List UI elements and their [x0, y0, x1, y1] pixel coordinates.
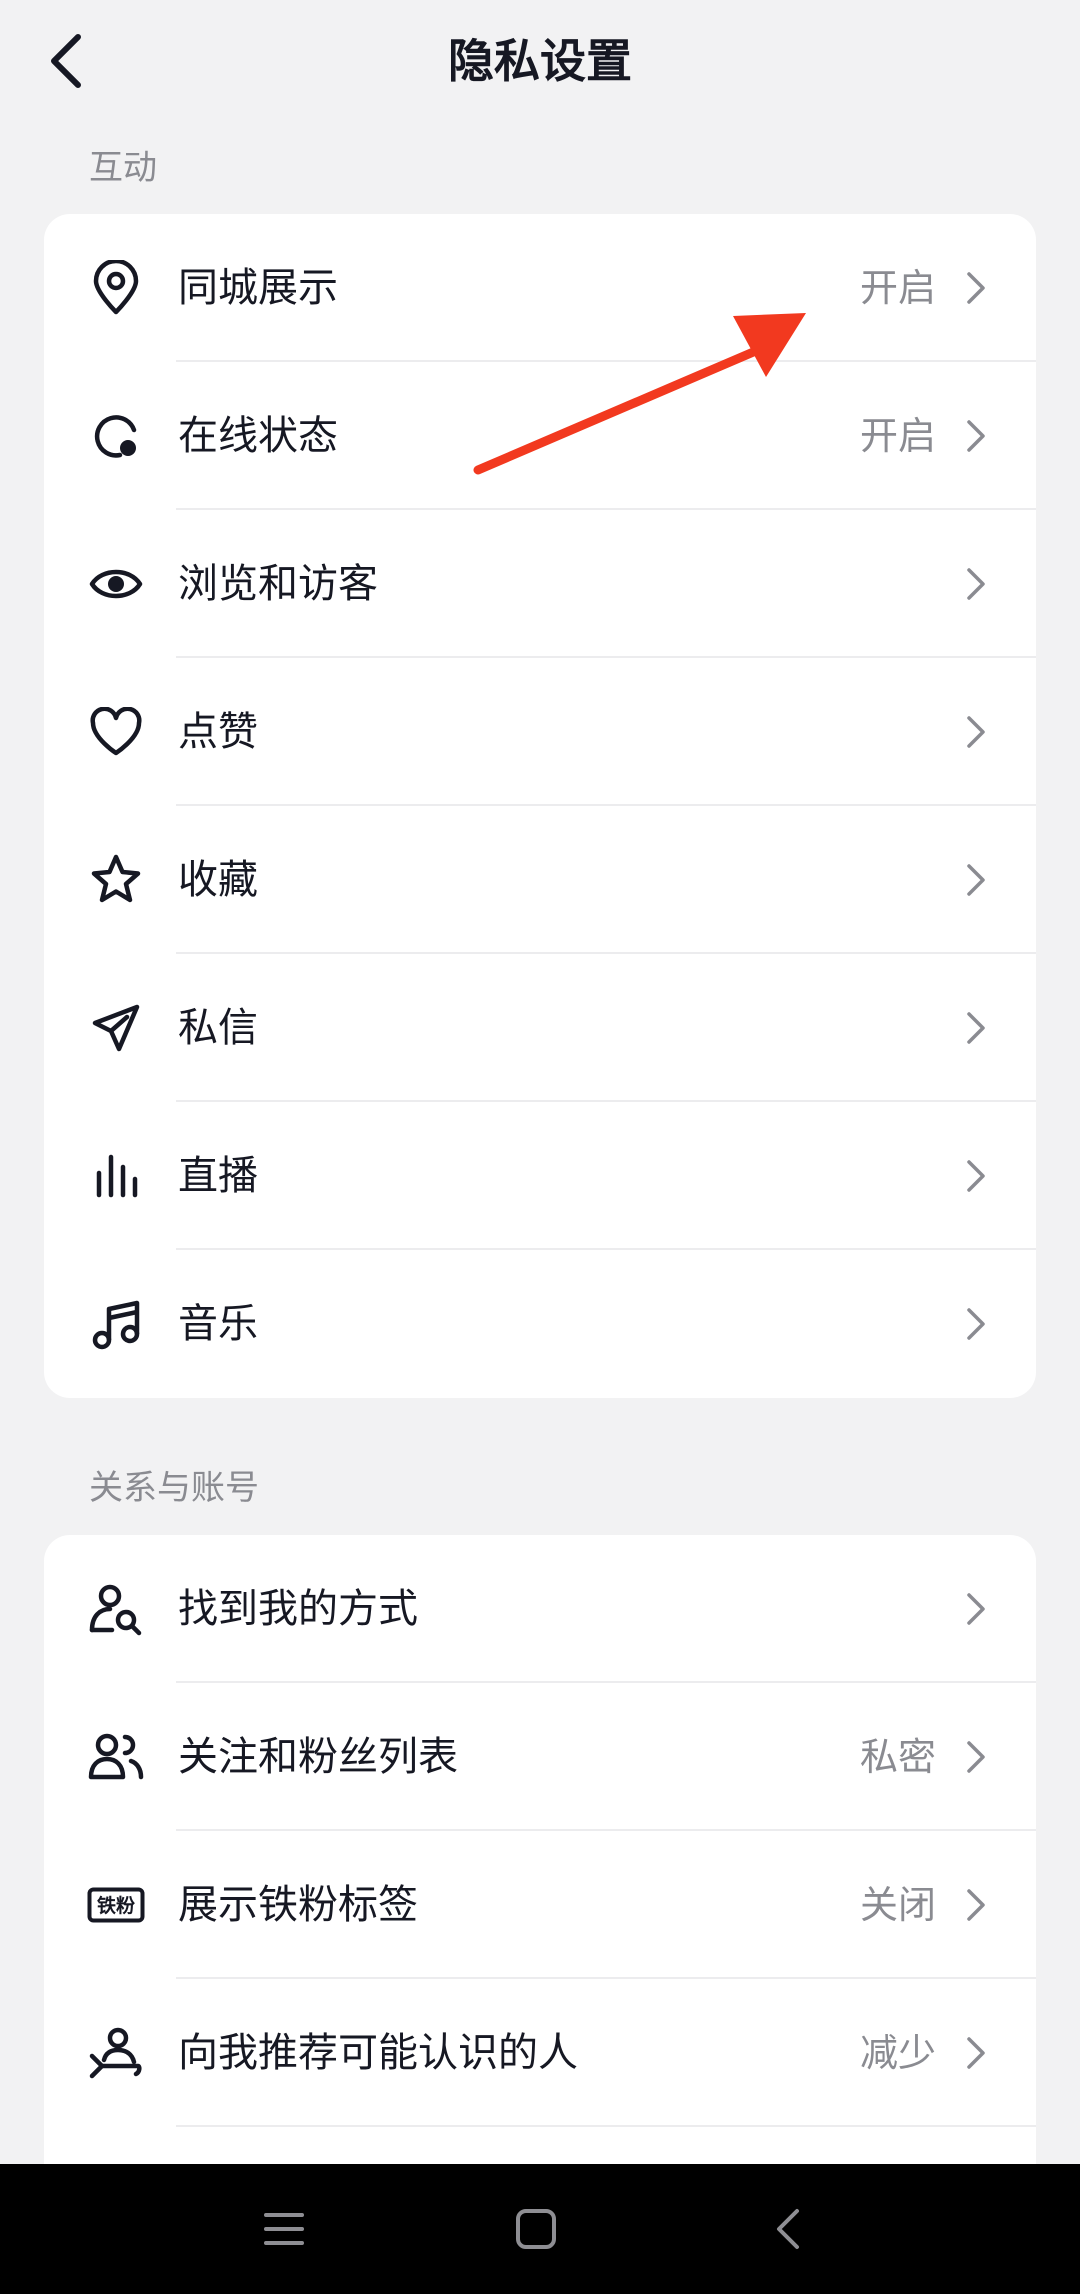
setting-row-music[interactable]: 音乐	[44, 1250, 1036, 1398]
eye-icon	[86, 554, 146, 614]
chevron-right-icon	[967, 1012, 985, 1044]
heart-icon	[86, 702, 146, 762]
setting-row-views-visitors[interactable]: 浏览和访客	[44, 510, 1036, 658]
paper-plane-icon	[86, 998, 146, 1058]
iron-fan-badge-text: 铁粉	[97, 1894, 135, 1917]
chevron-right-icon	[967, 272, 985, 304]
divider	[176, 2125, 1036, 2127]
setting-label: 点赞	[178, 709, 258, 755]
menu-icon	[264, 2213, 304, 2245]
setting-row-nearby-display[interactable]: 同城展示 开启	[44, 214, 1036, 362]
nav-home-button[interactable]	[496, 2194, 576, 2264]
online-status-icon	[86, 406, 146, 466]
iron-fan-badge-icon: 铁粉	[86, 1875, 146, 1935]
chevron-right-icon	[967, 1741, 985, 1773]
chevron-right-icon	[967, 420, 985, 452]
home-square-icon	[516, 2209, 556, 2249]
setting-value: 开启	[859, 266, 936, 310]
section-label-relations-account: 关系与账号	[89, 1468, 259, 1508]
star-icon	[86, 850, 146, 910]
chevron-right-icon	[967, 1160, 985, 1192]
setting-label: 浏览和访客	[178, 561, 378, 607]
setting-row-live[interactable]: 直播	[44, 1102, 1036, 1250]
setting-row-direct-messages[interactable]: 私信	[44, 954, 1036, 1102]
setting-row-find-me[interactable]: 找到我的方式	[44, 1535, 1036, 1683]
setting-value: 关闭	[859, 1883, 936, 1927]
setting-label: 关注和粉丝列表	[178, 1734, 458, 1780]
users-icon	[86, 1727, 146, 1787]
chevron-right-icon	[967, 864, 985, 896]
top-bar: 隐私设置	[0, 0, 1080, 122]
setting-row-iron-fan-badge[interactable]: 铁粉 展示铁粉标签 关闭	[44, 1831, 1036, 1979]
music-note-icon	[86, 1294, 146, 1354]
setting-label: 私信	[178, 1005, 258, 1051]
location-pin-icon	[86, 258, 146, 318]
setting-label: 向我推荐可能认识的人	[178, 2030, 578, 2076]
chevron-right-icon	[967, 568, 985, 600]
setting-label: 同城展示	[178, 265, 338, 311]
setting-row-recommend-people[interactable]: 向我推荐可能认识的人 减少	[44, 1979, 1036, 2127]
back-triangle-icon	[777, 2209, 799, 2249]
live-bars-icon	[86, 1146, 146, 1206]
setting-value: 减少	[859, 2031, 936, 2075]
user-recommend-icon	[86, 2023, 146, 2083]
setting-label: 收藏	[178, 857, 258, 903]
setting-value: 开启	[859, 414, 936, 458]
section-label-interaction: 互动	[89, 148, 157, 188]
nav-menu-button[interactable]	[244, 2194, 324, 2264]
system-navigation-bar	[0, 2164, 1080, 2294]
relations-settings-card: 找到我的方式 关注和粉丝列表 私密 铁粉 展示铁粉标签 关闭 向我推荐可能认识的…	[44, 1535, 1036, 2164]
page-title: 隐私设置	[448, 34, 632, 88]
chevron-right-icon	[967, 2037, 985, 2069]
chevron-right-icon	[967, 716, 985, 748]
chevron-right-icon	[967, 1593, 985, 1625]
nav-back-button[interactable]	[748, 2194, 828, 2264]
chevron-right-icon	[967, 1308, 985, 1340]
setting-row-following-followers[interactable]: 关注和粉丝列表 私密	[44, 1683, 1036, 1831]
setting-label: 在线状态	[178, 413, 338, 459]
setting-label: 音乐	[178, 1301, 258, 1347]
chevron-right-icon	[967, 1889, 985, 1921]
setting-value: 私密	[859, 1735, 936, 1779]
user-search-icon	[86, 1579, 146, 1639]
setting-label: 直播	[178, 1153, 258, 1199]
interaction-settings-card: 同城展示 开启 在线状态 开启 浏览和访客 点赞 收藏 私信 直播 音乐	[44, 214, 1036, 1398]
setting-label: 展示铁粉标签	[178, 1882, 418, 1928]
setting-row-favorites[interactable]: 收藏	[44, 806, 1036, 954]
setting-label: 找到我的方式	[178, 1586, 418, 1632]
setting-row-likes[interactable]: 点赞	[44, 658, 1036, 806]
setting-row-online-status[interactable]: 在线状态 开启	[44, 362, 1036, 510]
